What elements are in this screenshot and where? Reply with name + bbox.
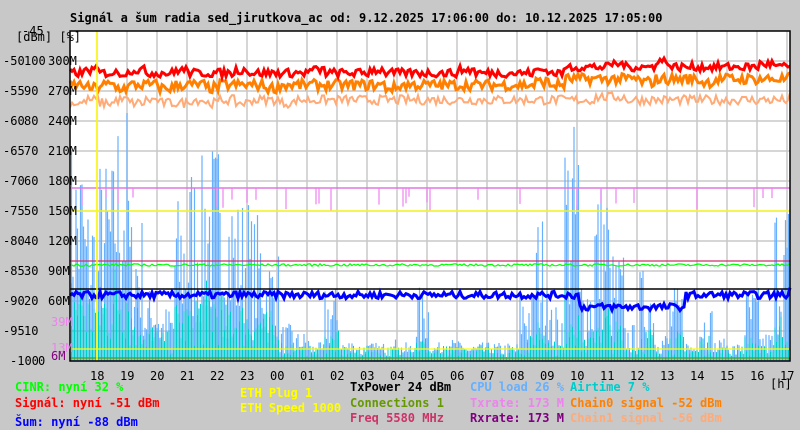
legend-txrate: Txrate: 173 M <box>470 396 564 410</box>
y-tick-rate-extra: 6M <box>51 349 66 363</box>
y-tick-rate: 120M <box>48 234 77 248</box>
legend-cinr: CINR: nyní 32 % <box>15 380 124 394</box>
x-tick: 15 <box>720 369 735 383</box>
y-tick-pct: 40 <box>24 234 39 248</box>
chart-title: Signál a šum radia sed_jirutkova_ac od: … <box>70 11 663 25</box>
legend-cpu: CPU load 26 % <box>470 380 564 394</box>
x-tick: 00 <box>270 369 285 383</box>
y-tick-pct: 0 <box>38 354 46 368</box>
legend-signal: Signál: nyní -51 dBm <box>15 396 160 410</box>
x-tick: 14 <box>690 369 705 383</box>
y-tick-dbm: -60 <box>3 114 25 128</box>
legend-rxrate: Rxrate: 173 M <box>470 411 564 425</box>
y-tick-dbm: -90 <box>3 294 25 308</box>
y-tick-rate: 300M <box>48 54 77 68</box>
y-tick-rate: 270M <box>48 84 77 98</box>
y-tick-pct: 90 <box>24 84 39 98</box>
y-tick-pct: 10 <box>24 324 39 338</box>
legend-eth-plug: ETH Plug 1 <box>240 386 313 400</box>
y-tick-pct: 80 <box>24 114 39 128</box>
y-tick-dbm: -80 <box>3 234 25 248</box>
chart-plot <box>68 30 792 362</box>
legend-eth-speed: ETH Speed 1000 <box>240 401 342 415</box>
y-tick-rate-extra: 39M <box>51 315 73 329</box>
x-tick: 22 <box>210 369 225 383</box>
x-tick: 23 <box>240 369 255 383</box>
y-tick-dbm: -65 <box>3 144 25 158</box>
y-tick-dbm: -100 <box>10 354 39 368</box>
legend-freq: Freq 5580 MHz <box>350 411 444 425</box>
y-tick-rate: 180M <box>48 174 77 188</box>
y-tick-dbm: -50 <box>3 54 25 68</box>
y-tick-dbm: -45 <box>22 24 44 38</box>
legend-noise: Šum: nyní -88 dBm <box>15 415 138 429</box>
y-tick-dbm: -55 <box>3 84 25 98</box>
x-tick: 13 <box>660 369 675 383</box>
y-tick-dbm: -75 <box>3 204 25 218</box>
y-tick-rate: 90M <box>48 264 70 278</box>
x-tick: 16 <box>750 369 765 383</box>
y-tick-pct: 70 <box>24 144 39 158</box>
y-tick-pct: 50 <box>24 204 39 218</box>
x-tick: 02 <box>330 369 345 383</box>
legend-chain1: Chain1 signal -56 dBm <box>570 411 722 425</box>
legend-airtime: Airtime 7 % <box>570 380 650 394</box>
y-tick-pct: 60 <box>24 174 39 188</box>
y-tick-rate: 60M <box>48 294 70 308</box>
x-tick: 01 <box>300 369 315 383</box>
y-tick-dbm: -95 <box>3 324 25 338</box>
y-tick-pct: 30 <box>24 264 39 278</box>
y-tick-pct: 100 <box>24 54 46 68</box>
x-tick: 20 <box>150 369 165 383</box>
x-tick: 06 <box>450 369 465 383</box>
y-tick-rate: 210M <box>48 144 77 158</box>
legend-connections: Connections 1 <box>350 396 444 410</box>
y-tick-pct: 20 <box>24 294 39 308</box>
y-tick-dbm: -85 <box>3 264 25 278</box>
y-tick-dbm: -70 <box>3 174 25 188</box>
y-tick-rate: 150M <box>48 204 77 218</box>
legend-chain0: Chain0 signal -52 dBm <box>570 396 722 410</box>
legend-txpower: TxPower 24 dBm <box>350 380 452 394</box>
x-tick: 21 <box>180 369 195 383</box>
x-tick: 17 <box>780 369 795 383</box>
y-tick-rate: 240M <box>48 114 77 128</box>
